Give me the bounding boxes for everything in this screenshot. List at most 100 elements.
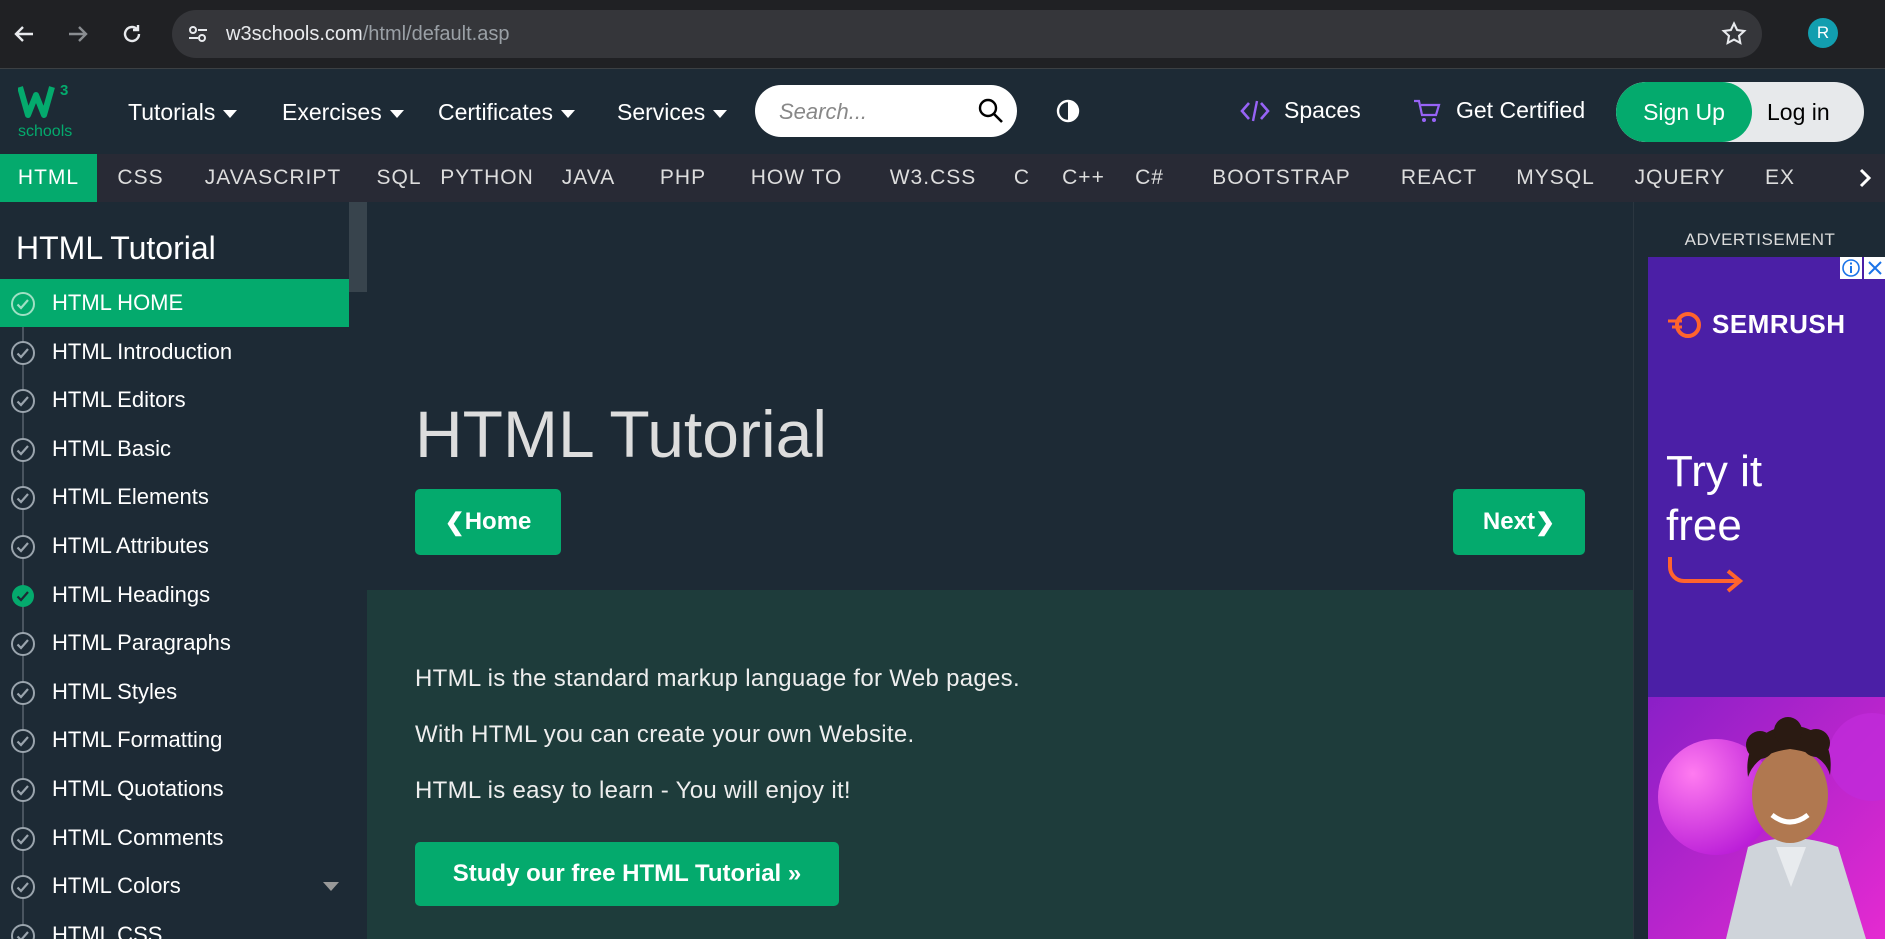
menu-services-label: Services: [617, 99, 706, 125]
subject-tab-python[interactable]: PYTHON: [436, 154, 538, 202]
search-icon[interactable]: [977, 97, 1005, 130]
ad-tagline-line: free: [1666, 501, 1742, 550]
sidebar-scrollbar-thumb[interactable]: [349, 202, 367, 292]
sidebar-item-label: HTML Comments: [52, 824, 224, 850]
subject-tab-ex[interactable]: EX: [1740, 154, 1820, 202]
sidebar-item[interactable]: HTML Colors: [0, 862, 349, 910]
subject-tab-css[interactable]: CSS: [97, 154, 184, 202]
search-placeholder: Search...: [779, 99, 868, 124]
check-circle-icon: [11, 389, 35, 414]
sidebar-item-label: HTML Elements: [52, 484, 209, 510]
spaces-link[interactable]: Spaces: [1240, 97, 1361, 124]
check-circle-icon: [11, 680, 35, 705]
subject-tab-sql[interactable]: SQL: [362, 154, 436, 202]
sidebar-item[interactable]: HTML CSS: [0, 911, 349, 939]
sidebar-scrollbar[interactable]: [349, 202, 367, 939]
sidebar-item[interactable]: HTML Introduction: [0, 328, 349, 376]
ad-tagline-line: Try it: [1666, 447, 1763, 496]
ad-tagline: Try it free: [1666, 445, 1762, 553]
sidebar-item[interactable]: HTML Comments: [0, 814, 349, 862]
code-icon: [1240, 100, 1270, 121]
subject-tab-c[interactable]: C: [1000, 154, 1044, 202]
subject-tab-how-to[interactable]: HOW TO: [727, 154, 866, 202]
sidebar-item[interactable]: HTML HOME: [0, 279, 349, 327]
sidebar-item-label: HTML Attributes: [52, 533, 209, 558]
forward-button[interactable]: [60, 16, 96, 52]
check-circle-icon: [11, 632, 35, 657]
subject-tab-bootstrap[interactable]: BOOTSTRAP: [1176, 154, 1387, 202]
subject-tab-php[interactable]: PHP: [639, 154, 727, 202]
back-button[interactable]: [6, 16, 42, 52]
sidebar-item-label: HTML Colors: [52, 873, 181, 899]
check-circle-icon: [11, 535, 35, 559]
w3schools-logo[interactable]: 3 schools: [17, 81, 80, 141]
menu-services[interactable]: Services: [617, 99, 728, 126]
site-info-icon[interactable]: [186, 22, 210, 51]
menu-tutorials[interactable]: Tutorials: [128, 99, 238, 126]
url-host: w3schools.com: [226, 23, 363, 45]
home-button[interactable]: ❮ Home: [415, 489, 561, 555]
address-bar[interactable]: w3schools.com/html/default.asp: [172, 10, 1762, 58]
intro-line: HTML is easy to learn - You will enjoy i…: [415, 777, 851, 804]
sidebar-item[interactable]: HTML Paragraphs: [0, 619, 349, 667]
sidebar-item-label: HTML Formatting: [52, 727, 223, 753]
sidebar-item[interactable]: HTML Elements: [0, 473, 349, 521]
get-certified-label: Get Certified: [1456, 97, 1586, 123]
profile-avatar[interactable]: R: [1808, 18, 1838, 48]
sidebar-item[interactable]: HTML Headings: [0, 571, 349, 619]
caret-down-icon[interactable]: [323, 882, 339, 892]
ad-info-icon[interactable]: [1840, 257, 1862, 279]
sidebar-item[interactable]: HTML Attributes: [0, 522, 349, 570]
spaces-label: Spaces: [1284, 97, 1361, 123]
theme-toggle-icon[interactable]: [1056, 99, 1080, 128]
menu-exercises-label: Exercises: [282, 99, 382, 125]
menu-tutorials-label: Tutorials: [128, 99, 216, 125]
menu-exercises[interactable]: Exercises: [282, 99, 404, 126]
menu-certificates[interactable]: Certificates: [438, 99, 576, 126]
get-certified-link[interactable]: Get Certified: [1412, 97, 1585, 124]
subject-tab-w3-css[interactable]: W3.CSS: [866, 154, 1000, 202]
subject-tab-mysql[interactable]: MYSQL: [1491, 154, 1620, 202]
next-button[interactable]: Next ❯: [1453, 489, 1585, 555]
subject-tab-html[interactable]: HTML: [0, 154, 97, 202]
ad-close-icon[interactable]: [1864, 257, 1885, 279]
caret-down-icon: [713, 110, 728, 118]
site-header: 3 schools Tutorials Exercises Certificat…: [0, 69, 1885, 154]
subject-tab-jquery[interactable]: JQUERY: [1620, 154, 1740, 202]
sidebar-item[interactable]: HTML Styles: [0, 668, 349, 716]
subject-tab-c-[interactable]: C++: [1044, 154, 1123, 202]
check-circle-icon: [11, 437, 35, 462]
search-input[interactable]: Search...: [755, 85, 1017, 137]
check-circle-icon: [11, 826, 35, 851]
sidebar-item[interactable]: HTML Basic: [0, 425, 349, 473]
study-tutorial-button[interactable]: Study our free HTML Tutorial »: [415, 842, 839, 906]
sidebar-item-label: HTML Basic: [52, 435, 171, 461]
sidebar-item-label: HTML HOME: [52, 290, 184, 315]
subject-tab-java[interactable]: JAVA: [538, 154, 639, 202]
sign-up-button[interactable]: Sign Up: [1616, 82, 1752, 142]
arrow-right-icon: [69, 26, 88, 42]
check-circle-icon: [11, 729, 35, 754]
check-circle-icon: [11, 875, 35, 900]
logo-text: schools: [18, 123, 72, 140]
next-button-label: Next: [1482, 508, 1535, 535]
scroll-right-button[interactable]: [1845, 154, 1885, 202]
ad-banner[interactable]: SEMRUSH Try it free: [1648, 257, 1885, 939]
semrush-flame-icon: [1668, 311, 1701, 338]
caret-down-icon: [561, 110, 576, 118]
cart-icon: [1414, 99, 1441, 122]
sidebar-item[interactable]: HTML Quotations: [0, 765, 349, 813]
log-in-button[interactable]: Log in: [1767, 82, 1830, 142]
check-circle-icon: [11, 486, 35, 511]
subject-nav: EX JQUERY MYSQL REACT BOOTSTRAP C# C++ C W3.CSS H…: [0, 154, 1885, 202]
subject-tab-c-[interactable]: C#: [1123, 154, 1176, 202]
sidebar-item[interactable]: HTML Editors: [0, 376, 349, 424]
menu-certificates-label: Certificates: [438, 99, 554, 125]
chevron-right-icon: [1859, 168, 1872, 188]
subject-tab-javascript[interactable]: JAVASCRIPT: [184, 154, 362, 202]
subject-tab-react[interactable]: REACT: [1387, 154, 1491, 202]
ad-arrow-icon: [1668, 557, 1744, 593]
reload-button[interactable]: [114, 16, 150, 52]
sidebar-item[interactable]: HTML Formatting: [0, 716, 349, 764]
bookmark-star-icon[interactable]: [1720, 20, 1748, 53]
